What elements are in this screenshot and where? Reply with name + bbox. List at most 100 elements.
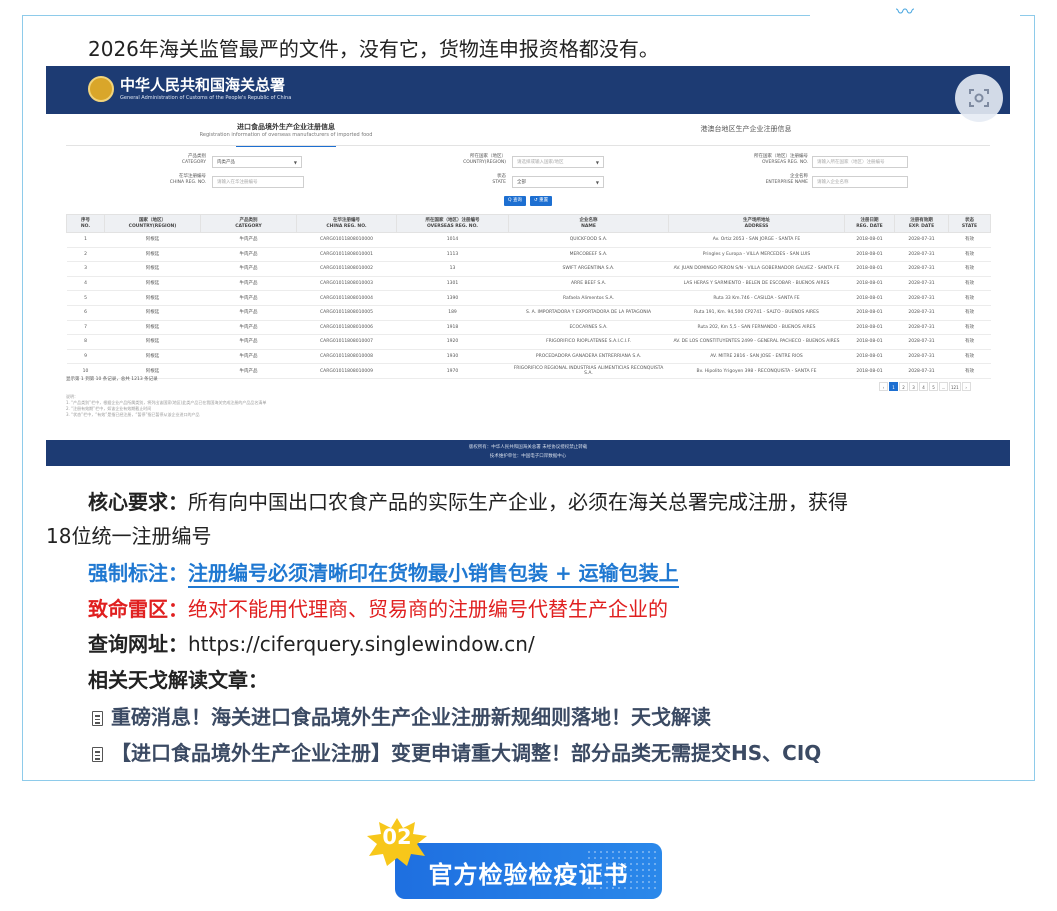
card-top-gap (810, 10, 1020, 18)
label-en: OVERSEAS REG. NO. (761, 160, 808, 165)
enterprise-name-input[interactable]: 请输入企业名称 (812, 176, 908, 188)
header-country: 国家（地区） COUNTRY(REGION) (104, 214, 201, 233)
table-cell: 有效 (948, 349, 991, 365)
page-button[interactable]: 3 (909, 382, 918, 391)
table-cell: CARG01011808010009 (296, 363, 397, 379)
th-en: OVERSEAS REG. NO. (426, 223, 479, 229)
table-cell: FRIGORIFICO REGIONAL INDUSTRIAS ALIMENTI… (508, 363, 669, 379)
table-cell: 牛肉产品 (200, 232, 297, 248)
table-cell: Ruta 191, Km. 94,500 CP2741 - SALTO - BU… (668, 305, 845, 321)
table-cell: 189 (396, 305, 509, 321)
table-cell: Ruta 33 Km.746 - CASILDA - SANTA FE (668, 290, 845, 306)
label-en: CHINA REG. NO. (169, 180, 206, 185)
page-button[interactable]: 2 (899, 382, 908, 391)
state-select[interactable]: 全部 ▼ (512, 176, 604, 188)
tabs-divider (66, 145, 990, 146)
page-button[interactable]: 1 (889, 382, 898, 391)
label-en: STATE (492, 180, 506, 185)
category-value: 肉类产品 (217, 160, 235, 165)
scan-icon (969, 89, 989, 107)
table-cell: S. A. IMPORTADORA Y EXPORTADORA DE LA PA… (508, 305, 669, 321)
table-row: 1 阿根廷 牛肉产品 CARG01011808010000 1014 QUICKFOOD … (66, 232, 991, 248)
table-cell: 4 (66, 276, 105, 292)
section-title: 官方检验检疫证书 (428, 861, 629, 889)
section-number: 02 (382, 825, 412, 849)
table-cell: CARG01011808010008 (296, 349, 397, 365)
table-cell: 2028-07-31 (894, 290, 949, 306)
table-cell: 1390 (396, 290, 509, 306)
page-button[interactable]: 4 (919, 382, 928, 391)
org-name-en: General Administration of Customs of the… (120, 95, 292, 101)
table-row: 5 阿根廷 牛肉产品 CARG01011808010004 1390 Rafaela Al… (66, 290, 991, 306)
table-cell: 2028-07-31 (894, 247, 949, 263)
article-link-1[interactable]: 重磅消息！海关进口食品境外生产企业注册新规细则落地！天戈解读 (92, 701, 711, 730)
core-text: 所有向中国出口农食产品的实际生产企业，必须在海关总署完成注册，获得 (188, 490, 848, 514)
table-row: 2 阿根廷 牛肉产品 CARG01011808010001 1113 MERCOBEEF … (66, 247, 991, 263)
th-en: COUNTRY(REGION) (128, 223, 177, 229)
table-cell: 牛肉产品 (200, 276, 297, 292)
country-placeholder: 请选择或输入国家/地区 (517, 160, 564, 165)
table-cell: 5 (66, 290, 105, 306)
article-link-2[interactable]: 【进口食品境外生产企业注册】变更申请重大调整！部分品类无需提交HS、CIQ (92, 737, 821, 766)
core-label: 核心要求： (88, 490, 188, 514)
site-footer: 版权所有：中华人民共和国海关总署 未经协议授权禁止转载 技术维护单位：中国电子口… (46, 440, 1010, 466)
th-en: STATE (961, 223, 978, 229)
table-cell: 有效 (948, 247, 991, 263)
page-button[interactable]: ... (939, 382, 948, 391)
notes: 说明： 1. “产品类别”栏中，根据企业产品所属类别，将列出该国家(地区)此类产… (66, 394, 266, 418)
table-cell: 牛肉产品 (200, 247, 297, 263)
category-select[interactable]: 肉类产品 ▼ (212, 156, 302, 168)
tab-hk-macao-taiwan[interactable]: 港澳台地区生产企业注册信息 (686, 124, 806, 134)
table-cell: 13 (396, 261, 509, 277)
th-en: ADDRESS (744, 223, 769, 229)
article-title: 【进口食品境外生产企业注册】变更申请重大调整！部分品类无需提交HS、CIQ (111, 741, 822, 765)
risk-text: 绝对不能用代理商、贸易商的注册编号代替生产企业的 (188, 597, 668, 621)
core-requirement-cont: 18位统一注册编号 (46, 524, 212, 548)
table-cell: ARRE BEEF S.A. (508, 276, 669, 292)
page-button[interactable]: › (961, 382, 971, 391)
table-cell: 有效 (948, 290, 991, 306)
reset-button[interactable]: ↺ 重置 (530, 196, 552, 206)
footer-copyright: 版权所有：中华人民共和国海关总署 未经协议授权禁止转载 (468, 445, 588, 450)
table-cell: 牛肉产品 (200, 305, 297, 321)
table-cell: 1920 (396, 334, 509, 350)
search-button[interactable]: Q 查询 (504, 196, 526, 206)
table-cell: CARG01011808010006 (296, 320, 397, 336)
pagination: ‹ 1 2 3 4 5... 121 › (878, 374, 971, 391)
table-cell: 2028-07-31 (894, 349, 949, 365)
state-value: 全部 (517, 180, 526, 185)
china-reg-input[interactable]: 请输入在华注册编号 (212, 176, 304, 188)
mark-text: 注册编号必须清晰印在货物最小销售包装 + 运输包装上 (188, 561, 679, 588)
table-cell: QUICKFOOD S.A. (508, 232, 669, 248)
table-cell: CARG01011808010007 (296, 334, 397, 350)
table-cell: 有效 (948, 261, 991, 277)
tab-label-cn: 进口食品境外生产企业注册信息 (237, 123, 335, 131)
label-en: ENTERPRISE NAME (765, 180, 808, 185)
overseas-reg-input[interactable]: 请输入所在国家（地区）注册编号 (812, 156, 908, 168)
enterprise-name-label: 企业名称 ENTERPRISE NAME (708, 174, 808, 186)
th-en: EXP. DATE (908, 223, 935, 229)
header-overseas-reg: 所在国家（地区）注册编号 OVERSEAS REG. NO. (396, 214, 509, 233)
table-cell: ECOCARNES S.A. (508, 320, 669, 336)
query-url-link[interactable]: https://ciferquery.singlewindow.cn/ (188, 632, 535, 656)
tab-overseas-manufacturers[interactable]: 进口食品境外生产企业注册信息 Registration information … (176, 122, 396, 147)
table-cell: Rafaela Alimentos S.A. (508, 290, 669, 306)
results-table: 序号 NO. 国家（地区） COUNTRY(REGION) 产品类别 CATEGORY… (66, 214, 991, 379)
table-cell: 2018-08-01 (844, 305, 895, 321)
enterprise-name-placeholder: 请输入企业名称 (817, 180, 849, 185)
header-exp-date: 注册有效期 EXP. DATE (894, 214, 949, 233)
table-cell: 2018-08-01 (844, 349, 895, 365)
section-badge: 官方检验检疫证书 (395, 843, 662, 899)
header-state: 状态 STATE (948, 214, 991, 233)
page-button[interactable]: ‹ (879, 382, 888, 391)
page-button[interactable]: 121 (949, 382, 961, 391)
table-row: 10 阿根廷 牛肉产品 CARG01011808010009 1970 FRIGORIFI… (66, 363, 991, 379)
fatal-pitfall: 致命雷区：绝对不能用代理商、贸易商的注册编号代替生产企业的 (88, 593, 668, 622)
mandatory-marking: 强制标注：注册编号必须清晰印在货物最小销售包装 + 运输包装上 (88, 557, 679, 588)
table-cell: 牛肉产品 (200, 349, 297, 365)
table-cell: 阿根廷 (104, 232, 201, 248)
page-button[interactable]: 5 (929, 382, 938, 391)
table-cell: FRIGORIFICO RIOPLATENSE S.A.I.C.I.F. (508, 334, 669, 350)
scan-image-button[interactable] (955, 74, 1003, 122)
country-select[interactable]: 请选择或输入国家/地区 ▼ (512, 156, 604, 168)
